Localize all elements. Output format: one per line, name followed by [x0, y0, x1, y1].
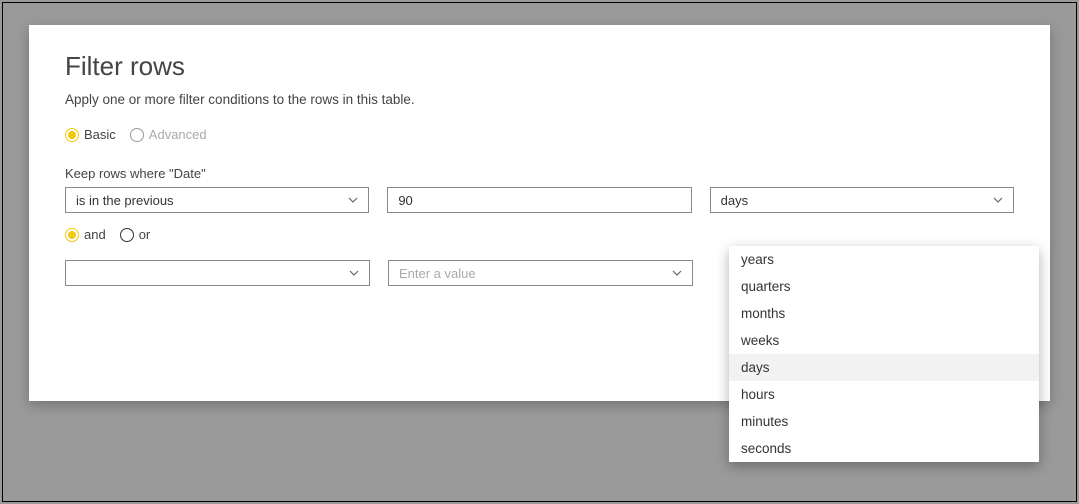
logic-radio-group: and or [65, 227, 1014, 242]
chevron-down-icon [348, 195, 358, 205]
unit-option-hours[interactable]: hours [729, 381, 1039, 408]
value-input-1[interactable]: 90 [387, 187, 691, 213]
condition-select-1[interactable]: is in the previous [65, 187, 369, 213]
select-value: days [721, 193, 748, 208]
chevron-down-icon [349, 268, 359, 278]
radio-label: or [139, 227, 151, 242]
unit-option-years[interactable]: years [729, 246, 1039, 273]
chevron-down-icon [672, 268, 682, 278]
keep-rows-label: Keep rows where "Date" [65, 166, 1014, 181]
chevron-down-icon [993, 195, 1003, 205]
filter-rows-dialog: Filter rows Apply one or more filter con… [29, 25, 1050, 401]
unit-dropdown-list: yearsquartersmonthsweeksdayshoursminutes… [729, 246, 1039, 462]
radio-basic[interactable]: Basic [65, 127, 116, 142]
dialog-title: Filter rows [65, 51, 1014, 82]
radio-label: Basic [84, 127, 116, 142]
radio-or[interactable]: or [120, 227, 151, 242]
radio-and[interactable]: and [65, 227, 106, 242]
radio-icon [120, 228, 134, 242]
radio-icon [65, 228, 79, 242]
radio-icon [130, 128, 144, 142]
radio-label: Advanced [149, 127, 207, 142]
input-value: 90 [398, 193, 412, 208]
dialog-subtitle: Apply one or more filter conditions to t… [65, 92, 1014, 107]
radio-label: and [84, 227, 106, 242]
filter-row-1: is in the previous 90 days [65, 187, 1014, 213]
unit-option-seconds[interactable]: seconds [729, 435, 1039, 462]
value-input-2[interactable]: Enter a value [388, 260, 693, 286]
mode-radio-group: Basic Advanced [65, 127, 1014, 142]
radio-icon [65, 128, 79, 142]
condition-select-2[interactable] [65, 260, 370, 286]
unit-select-1[interactable]: days [710, 187, 1014, 213]
unit-option-weeks[interactable]: weeks [729, 327, 1039, 354]
unit-option-quarters[interactable]: quarters [729, 273, 1039, 300]
unit-option-minutes[interactable]: minutes [729, 408, 1039, 435]
unit-option-months[interactable]: months [729, 300, 1039, 327]
unit-option-days[interactable]: days [729, 354, 1039, 381]
input-placeholder: Enter a value [399, 266, 476, 281]
radio-advanced[interactable]: Advanced [130, 127, 207, 142]
select-value: is in the previous [76, 193, 174, 208]
